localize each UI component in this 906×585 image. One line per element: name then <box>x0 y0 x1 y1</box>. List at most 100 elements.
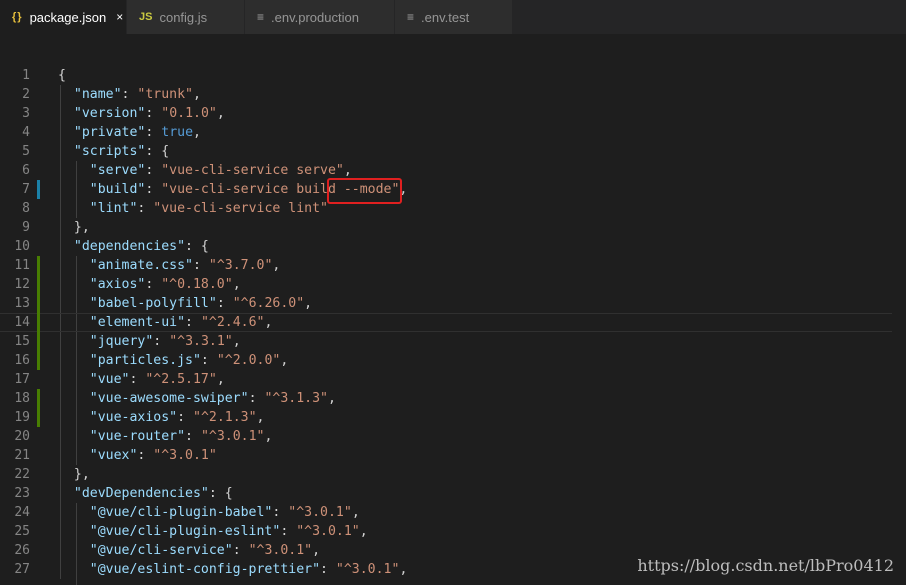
punctuation-token: , <box>232 334 241 349</box>
code-line[interactable]: 17 "vue": "^2.5.17", <box>0 370 906 389</box>
tab-env-test[interactable]: ≡ .env.test <box>395 0 513 34</box>
vertical-scrollbar[interactable] <box>892 34 906 585</box>
code-line[interactable]: 20 "vue-router": "^3.0.1", <box>0 427 906 446</box>
punctuation-token <box>58 125 74 140</box>
code-line[interactable]: 25 "@vue/cli-plugin-eslint": "^3.0.1", <box>0 522 906 541</box>
punctuation-token <box>58 334 90 349</box>
code-line[interactable]: 5 "scripts": { <box>0 142 906 161</box>
json-key-token: "@vue/cli-plugin-eslint" <box>89 524 281 539</box>
code-line[interactable]: 19 "vue-axios": "^2.1.3", <box>0 408 906 427</box>
tab-package-json[interactable]: {} package.json × <box>0 0 127 34</box>
line-number: 1 <box>22 68 30 83</box>
punctuation-token <box>58 486 74 501</box>
line-code: "vue-awesome-swiper": "^3.1.3", <box>58 389 336 408</box>
punctuation-token <box>58 410 90 425</box>
line-number: 27 <box>14 562 30 577</box>
code-line[interactable]: 18 "vue-awesome-swiper": "^3.1.3", <box>0 389 906 408</box>
line-code: "vue-axios": "^2.1.3", <box>58 408 265 427</box>
punctuation-token: : <box>129 372 146 387</box>
json-string-token: "^3.0.1" <box>200 429 265 444</box>
json-string-token: "vue-cli-service serve" <box>161 163 344 178</box>
punctuation-token: : { <box>208 486 233 501</box>
json-string-token: "vue-cli-service lint" <box>153 201 328 216</box>
punctuation-token: , <box>312 543 321 558</box>
code-line[interactable]: 1{ <box>0 66 906 85</box>
punctuation-token: }, <box>58 467 90 482</box>
code-line[interactable]: 15 "jquery": "^3.3.1", <box>0 332 906 351</box>
code-line[interactable]: 9 }, <box>0 218 906 237</box>
punctuation-token <box>58 258 90 273</box>
tab-env-production[interactable]: ≡ .env.production <box>245 0 395 34</box>
added-line-marker <box>37 275 40 294</box>
line-number: 18 <box>14 391 30 406</box>
line-code: "lint": "vue-cli-service lint" <box>58 199 328 218</box>
line-number: 16 <box>14 353 30 368</box>
code-line[interactable]: 7 "build": "vue-cli-service build --mode… <box>0 180 906 199</box>
code-line[interactable]: 10 "dependencies": { <box>0 237 906 256</box>
punctuation-token: : <box>216 296 233 311</box>
punctuation-token: : <box>177 410 193 425</box>
mode-flag-highlight-box <box>327 178 402 204</box>
punctuation-token: , <box>232 277 241 292</box>
added-line-marker <box>37 313 40 332</box>
line-code: { <box>58 66 66 85</box>
punctuation-token <box>58 239 74 254</box>
json-string-token: "^3.3.1" <box>169 334 233 349</box>
punctuation-token: { <box>58 68 66 83</box>
punctuation-token <box>58 372 90 387</box>
close-icon[interactable]: × <box>116 10 123 24</box>
line-number: 22 <box>14 467 30 482</box>
tab-label: .env.test <box>421 9 470 25</box>
code-line[interactable]: 22 }, <box>0 465 906 484</box>
text-lines-icon: ≡ <box>407 10 415 24</box>
punctuation-token: , <box>256 410 265 425</box>
json-key-token: "vue" <box>89 372 130 387</box>
code-line[interactable]: 23 "devDependencies": { <box>0 484 906 503</box>
line-code: "jquery": "^3.3.1", <box>58 332 241 351</box>
code-line[interactable]: 11 "animate.css": "^3.7.0", <box>0 256 906 275</box>
tab-config-js[interactable]: JS config.js <box>127 0 245 34</box>
line-number: 10 <box>14 239 30 254</box>
code-line[interactable]: 16 "particles.js": "^2.0.0", <box>0 351 906 370</box>
punctuation-token <box>58 391 90 406</box>
code-line[interactable]: 14 "element-ui": "^2.4.6", <box>0 313 906 332</box>
json-braces-icon: {} <box>12 11 23 23</box>
code-line[interactable]: 8 "lint": "vue-cli-service lint" <box>0 199 906 218</box>
json-key-token: "vue-router" <box>89 429 186 444</box>
json-key-token: "vue-awesome-swiper" <box>89 391 249 406</box>
code-line[interactable]: 21 "vuex": "^3.0.1" <box>0 446 906 465</box>
punctuation-token <box>58 201 90 216</box>
line-code: "vue": "^2.5.17", <box>58 370 225 389</box>
punctuation-token: : { <box>145 144 170 159</box>
json-key-token: "vuex" <box>89 448 138 463</box>
json-string-token: "^0.18.0" <box>161 277 233 292</box>
code-line[interactable]: 13 "babel-polyfill": "^6.26.0", <box>0 294 906 313</box>
code-line[interactable]: 24 "@vue/cli-plugin-babel": "^3.0.1", <box>0 503 906 522</box>
punctuation-token <box>58 524 90 539</box>
punctuation-token: , <box>216 106 225 121</box>
text-lines-icon: ≡ <box>257 10 265 24</box>
line-number: 5 <box>22 144 30 159</box>
json-string-token: "^2.5.17" <box>145 372 217 387</box>
code-editor[interactable]: 1{2 "name": "trunk", 3 "version": "0.1.0"… <box>0 66 906 585</box>
punctuation-token: : <box>121 87 138 102</box>
line-code: "particles.js": "^2.0.0", <box>58 351 289 370</box>
line-code: "name": "trunk", <box>58 85 201 104</box>
json-string-token: "trunk" <box>137 87 193 102</box>
json-string-token: "^2.1.3" <box>193 410 257 425</box>
line-code: "element-ui": "^2.4.6", <box>58 313 273 332</box>
json-key-token: "@vue/cli-plugin-babel" <box>89 505 273 520</box>
code-line[interactable]: 2 "name": "trunk", <box>0 85 906 104</box>
code-line[interactable]: 4 "private": true, <box>0 123 906 142</box>
punctuation-token <box>58 106 74 121</box>
code-line[interactable]: 6 "serve": "vue-cli-service serve", <box>0 161 906 180</box>
punctuation-token: , <box>193 87 201 102</box>
punctuation-token: , <box>359 524 368 539</box>
code-line[interactable]: 3 "version": "0.1.0", <box>0 104 906 123</box>
punctuation-token <box>58 315 90 330</box>
code-line[interactable]: 12 "axios": "^0.18.0", <box>0 275 906 294</box>
punctuation-token <box>58 429 90 444</box>
tab-label: .env.production <box>271 9 359 25</box>
json-string-token: "0.1.0" <box>161 106 217 121</box>
line-code: "axios": "^0.18.0", <box>58 275 241 294</box>
